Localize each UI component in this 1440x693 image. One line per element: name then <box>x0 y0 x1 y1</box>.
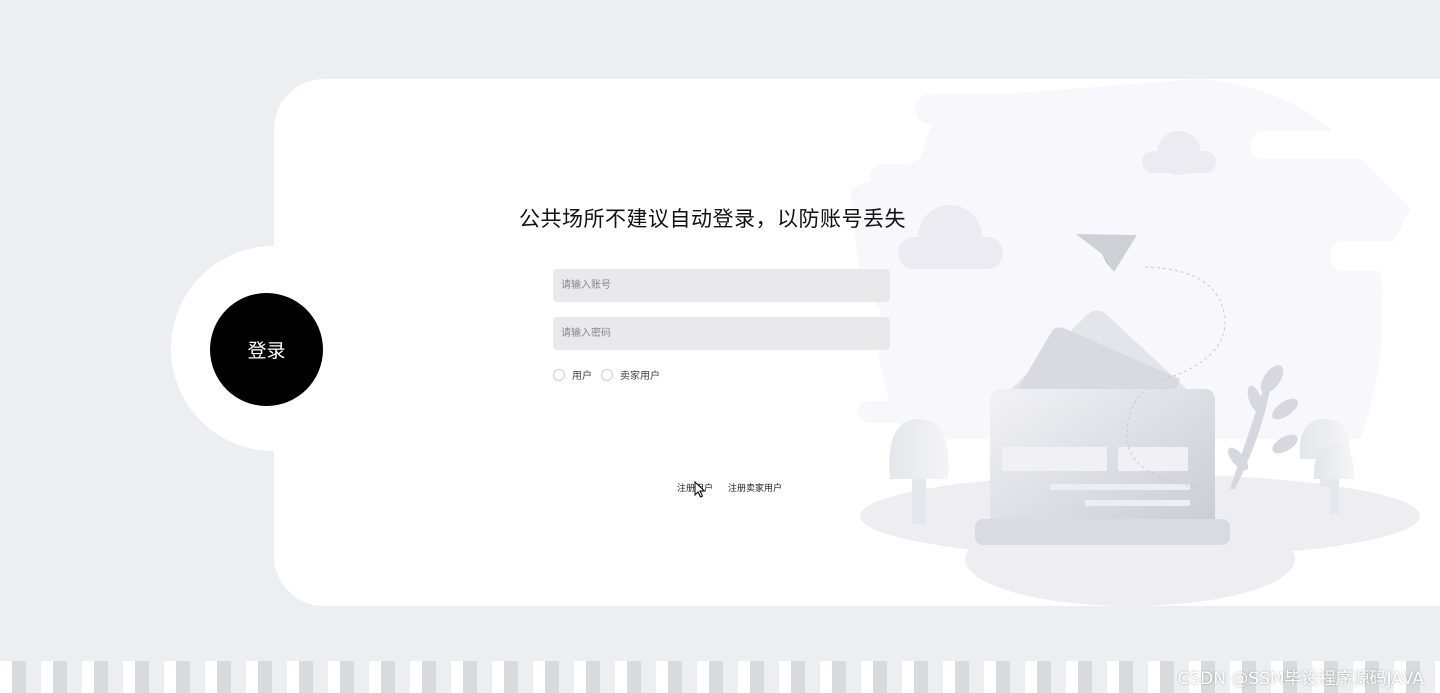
role-label-seller: 卖家用户 <box>620 371 660 382</box>
mouse-cursor-icon <box>694 481 706 498</box>
page-title: 公共场所不建议自动登录，以防账号丢失 <box>519 207 906 231</box>
login-button[interactable]: 登录 <box>210 293 323 406</box>
register-links: 注册用户 注册卖家用户 <box>677 481 782 494</box>
register-seller-link[interactable]: 注册卖家用户 <box>728 481 782 494</box>
role-radio-user[interactable] <box>553 368 565 381</box>
watermark-text: CSDN @SSM毕设程序源码JAVA <box>1177 669 1424 689</box>
role-label-user: 用户 <box>572 371 592 382</box>
role-radio-seller[interactable] <box>601 368 613 381</box>
wallet-illustration <box>850 79 1440 606</box>
password-input[interactable] <box>553 317 890 350</box>
role-selector: 用户 卖家用户 <box>553 367 669 382</box>
account-input[interactable] <box>553 269 890 302</box>
